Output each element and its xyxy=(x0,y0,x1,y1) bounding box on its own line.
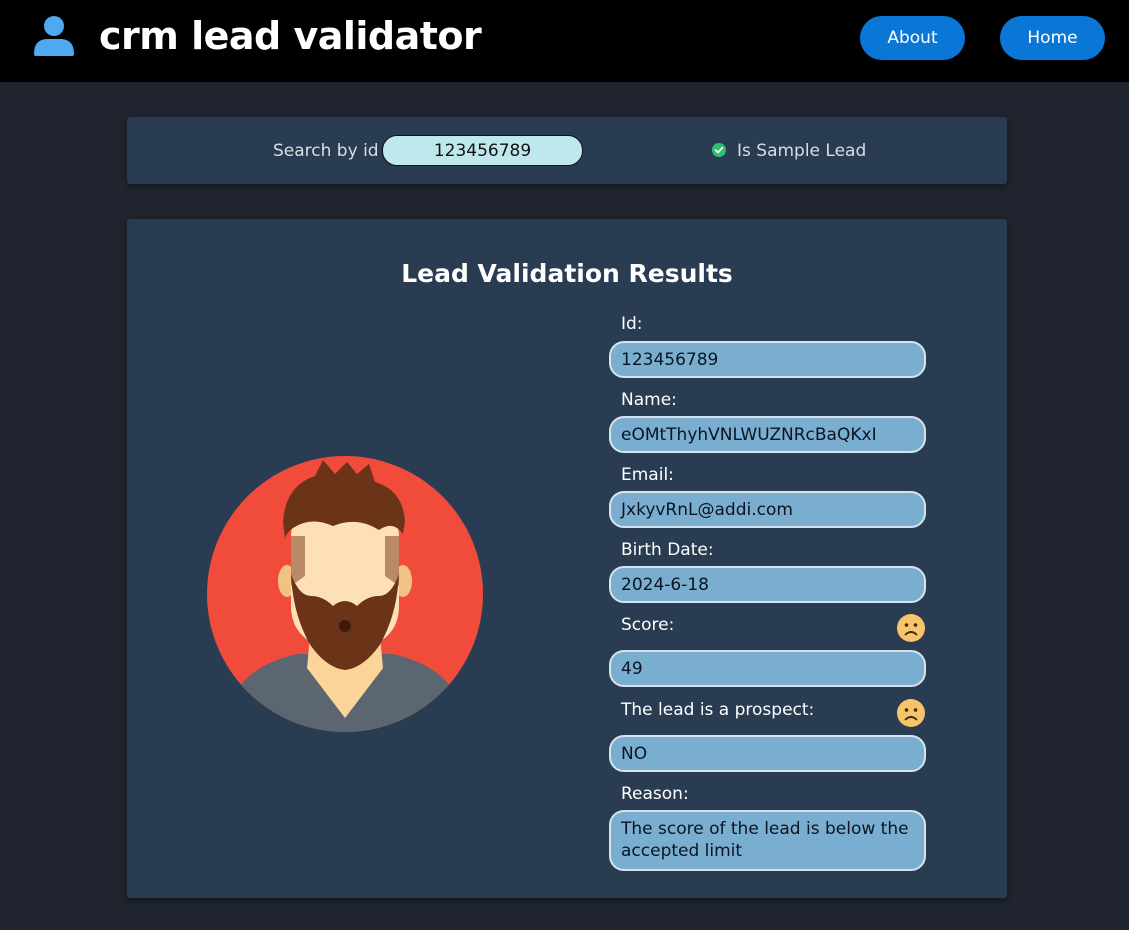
search-label: Search by id xyxy=(273,141,379,161)
user-icon xyxy=(34,16,74,56)
avatar xyxy=(207,456,483,732)
field-value-birth-date[interactable]: 2024-6-18 xyxy=(609,566,926,603)
sample-lead-label[interactable]: Is Sample Lead xyxy=(737,141,866,161)
home-button[interactable]: Home xyxy=(1000,16,1105,60)
app-header: crm lead validator About Home xyxy=(0,0,1129,82)
search-panel: Search by id Is Sample Lead xyxy=(127,117,1007,184)
field-value-id[interactable]: 123456789 xyxy=(609,341,926,378)
field-label-birth-date: Birth Date: xyxy=(621,540,714,560)
sad-face-icon xyxy=(897,699,925,727)
field-value-email[interactable]: JxkyvRnL@addi.com xyxy=(609,491,926,528)
results-title: Lead Validation Results xyxy=(401,259,733,288)
field-label-name: Name: xyxy=(621,390,677,410)
field-label-email: Email: xyxy=(621,465,674,485)
field-value-reason[interactable]: The score of the lead is below the accep… xyxy=(609,810,926,871)
field-label-reason: Reason: xyxy=(621,784,689,804)
check-circle-icon[interactable] xyxy=(712,143,726,157)
field-value-score[interactable]: 49 xyxy=(609,650,926,687)
field-label-prospect: The lead is a prospect: xyxy=(621,700,815,720)
field-value-name[interactable]: eOMtThyhVNLWUZNRcBaQKxI xyxy=(609,416,926,453)
field-label-id: Id: xyxy=(621,314,643,334)
app-title: crm lead validator xyxy=(99,14,482,58)
results-panel: Lead Validation Results Id: 123456789 Na… xyxy=(127,219,1007,898)
search-input[interactable] xyxy=(382,135,583,166)
field-label-score: Score: xyxy=(621,615,675,635)
sad-face-icon xyxy=(897,614,925,642)
about-button[interactable]: About xyxy=(860,16,965,60)
field-value-prospect[interactable]: NO xyxy=(609,735,926,772)
